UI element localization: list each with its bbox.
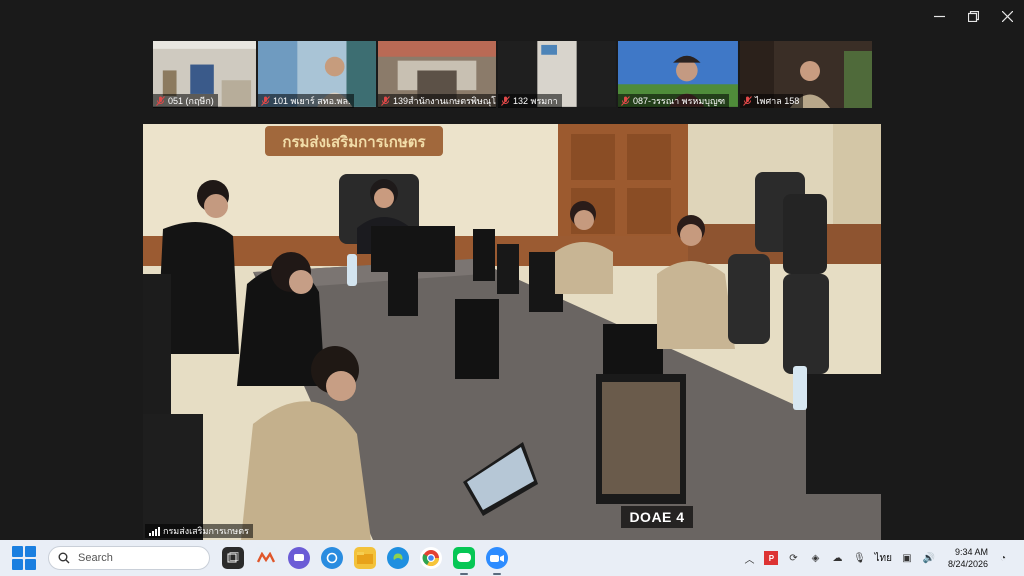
close-button[interactable]	[990, 0, 1024, 32]
notification-icon[interactable]: ◔	[996, 551, 1010, 565]
restore-button[interactable]	[956, 0, 990, 32]
participant-tile[interactable]: 051 (กฤษีก)	[153, 41, 258, 108]
participant-name: 051 (กฤษีก)	[168, 96, 214, 106]
clock[interactable]: 9:34 AM 8/24/2026	[948, 546, 988, 570]
participant-name: ไพศาล 158	[755, 96, 800, 106]
task-view-icon[interactable]	[222, 547, 244, 569]
line-app-icon[interactable]	[453, 547, 475, 575]
mic-muted-icon	[743, 96, 752, 106]
participant-name: 132 พรมกา	[513, 96, 558, 106]
volume-icon[interactable]: 🔊	[922, 551, 936, 565]
chevron-up-icon[interactable]: ︿	[742, 551, 756, 566]
search-icon	[58, 552, 70, 564]
pinned-apps	[222, 547, 508, 575]
minimize-button[interactable]	[922, 0, 956, 32]
shield-icon[interactable]: ◈	[808, 551, 822, 565]
game-app-icon[interactable]	[255, 547, 277, 569]
network-icon[interactable]: ▣	[900, 551, 914, 565]
mic-muted-icon	[501, 96, 510, 106]
participant-tile[interactable]: 087-วรรณา พรหมบุญฑ	[618, 41, 740, 108]
copilot-icon[interactable]	[321, 547, 343, 569]
chrome-browser-icon[interactable]	[420, 547, 442, 569]
wall-sign: กรมส่งเสริมการเกษตร	[282, 133, 426, 151]
restore-icon	[967, 10, 979, 22]
participant-name: 101 พเยาร์ สทอ.พล.	[273, 96, 351, 106]
participant-tile[interactable]: ไพศาล 158	[740, 41, 872, 108]
clock-time: 9:34 AM	[954, 547, 988, 557]
participant-tile[interactable]: 132 พรมกา	[498, 41, 618, 108]
clock-date: 8/24/2026	[947, 559, 988, 569]
start-button[interactable]	[12, 546, 36, 570]
adobe-tray-icon[interactable]: P	[764, 551, 779, 565]
taskbar-search[interactable]	[48, 546, 210, 570]
meeting-room-scene: กรมส่งเสริมการเกษตร	[143, 124, 881, 540]
system-tray: ︿ P ⟳ ◈ ☁ 🎙 ไทย ▣ 🔊 9:34 AM 8/24/2026 ◔	[742, 540, 1024, 576]
edge-browser-icon[interactable]	[387, 547, 409, 569]
room-name: กรมส่งเสริมการเกษตร	[163, 526, 249, 536]
chat-app-icon[interactable]	[288, 547, 310, 569]
window-controls	[922, 0, 1024, 32]
mic-muted-icon	[381, 96, 390, 106]
speaker-name-label: DOAE 4	[621, 506, 693, 528]
search-input[interactable]	[76, 551, 190, 565]
file-explorer-icon[interactable]	[354, 547, 376, 569]
main-speaker-video[interactable]: กรมส่งเสริมการเกษตร DOAE 4 กรมส่งเสริมกา…	[143, 124, 881, 540]
mic-muted-icon	[156, 96, 165, 106]
participant-name: 139สำนักงานเกษตรพิษณุโลก	[393, 96, 496, 106]
room-label: กรมส่งเสริมการเกษตร	[145, 524, 253, 538]
close-icon	[1001, 10, 1013, 22]
mic-muted-icon	[621, 96, 630, 106]
participant-gallery: 051 (กฤษีก) 101 พเยาร์ สทอ.พล. 139สำนักง…	[153, 41, 872, 108]
microphone-icon[interactable]: 🎙	[852, 551, 866, 565]
windows-taskbar: ︿ P ⟳ ◈ ☁ 🎙 ไทย ▣ 🔊 9:34 AM 8/24/2026 ◔	[0, 540, 1024, 576]
input-language[interactable]: ไทย	[874, 551, 891, 566]
cloud-icon[interactable]: ☁	[830, 551, 844, 565]
sync-icon[interactable]: ⟳	[786, 551, 800, 565]
participant-tile[interactable]: 101 พเยาร์ สทอ.พล.	[258, 41, 378, 108]
participant-tile[interactable]: 139สำนักงานเกษตรพิษณุโลก	[378, 41, 498, 108]
connection-bars-icon	[149, 526, 160, 536]
mic-muted-icon	[261, 96, 270, 106]
zoom-app-icon[interactable]	[486, 547, 508, 575]
participant-name: 087-วรรณา พรหมบุญฑ	[633, 96, 726, 106]
minimize-icon	[933, 15, 945, 17]
